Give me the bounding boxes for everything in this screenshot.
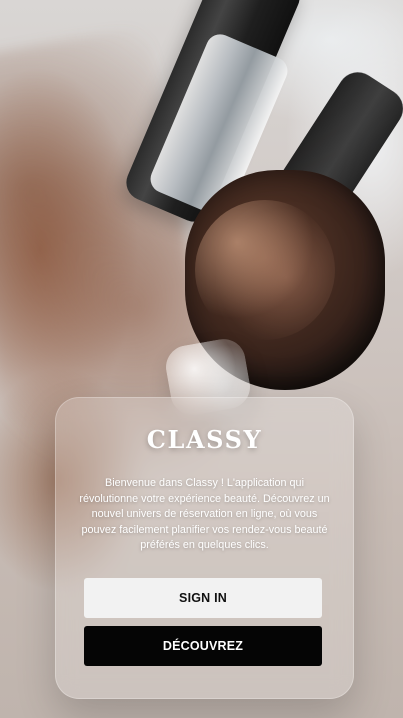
app-title: CLASSY [146, 425, 263, 454]
welcome-card: CLASSY Bienvenue dans Classy ! L'applica… [55, 397, 354, 699]
welcome-description: Bienvenue dans Classy ! L'application qu… [79, 477, 330, 552]
brush-bristle-highlight [195, 200, 335, 340]
sign-in-button[interactable]: SIGN IN [84, 578, 322, 618]
discover-button[interactable]: DÉCOUVREZ [84, 626, 322, 666]
